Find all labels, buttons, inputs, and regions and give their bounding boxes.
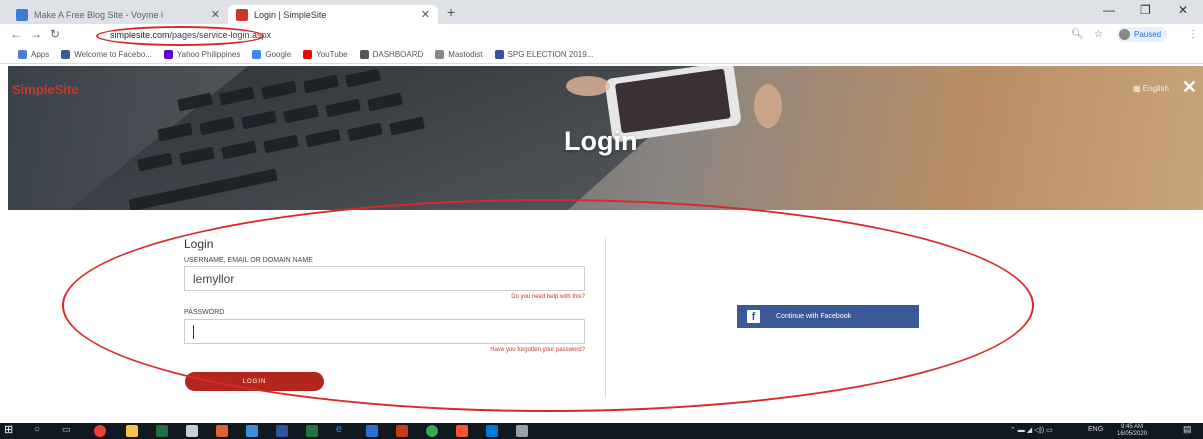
bookmark-label: Welcome to Facebo... [74,50,152,59]
bookmark-item[interactable]: YouTube [303,50,348,59]
facebook-icon: f [747,310,760,323]
facebook-icon [61,50,71,59]
chrome-icon[interactable] [94,425,106,437]
reload-icon[interactable]: ↻ [50,27,60,41]
notification-icon[interactable]: ▤ [1183,424,1192,435]
app-icon[interactable] [366,425,378,437]
bookmark-item[interactable]: DASHBOARD [359,50,424,59]
clock-date: 16/05/2020 [1117,431,1148,437]
simplesite-favicon-icon [236,8,248,21]
username-field[interactable]: lemyllor [184,266,585,291]
text-cursor [193,324,194,339]
address-annotation-oval [96,26,264,46]
login-button[interactable]: LOGIN [185,372,324,391]
bookmark-label: YouTube [316,50,348,59]
powerpoint-icon[interactable] [396,425,408,437]
file-explorer-icon[interactable] [126,425,138,437]
edge-icon[interactable]: e [336,423,348,435]
maximize-icon[interactable]: ❐ [1140,3,1151,17]
hero-banner: SimpleSite ▦ English ✕ Login [8,66,1203,210]
bookmark-label: Apps [31,50,50,59]
bookmark-label: Mastodist [448,50,483,59]
bookmark-item[interactable]: Google [252,50,291,59]
google-icon [252,50,262,59]
app-icon[interactable] [486,425,498,437]
tab-login-simplesite[interactable]: Login | SimpleSite ✕ [228,5,438,24]
simplesite-logo[interactable]: SimpleSite [12,82,78,97]
mastodist-icon [435,50,445,59]
apps-grid-icon [18,50,27,59]
minimize-icon[interactable]: — [1103,3,1115,17]
back-arrow-icon[interactable]: ← [10,27,22,41]
page-title: Login [564,126,638,156]
blog-favicon-icon [16,8,28,21]
forgot-password-link[interactable]: Have you forgotten your password? [490,347,585,353]
username-label: USERNAME, EMAIL OR DOMAIN NAME [184,257,313,264]
close-tab-icon[interactable]: ✕ [421,8,430,21]
close-tab-icon[interactable]: ✕ [211,8,220,21]
password-field[interactable] [184,319,585,344]
brave-icon[interactable] [456,425,468,437]
forward-arrow-icon[interactable]: → [30,27,42,41]
app-icon[interactable] [216,425,228,437]
username-value: lemyllor [193,271,235,286]
search-icon[interactable]: ○ [34,424,46,436]
bookmark-item[interactable]: Mastodist [435,50,483,59]
tab-blog-site[interactable]: Make A Free Blog Site - Voyme i ✕ [8,5,228,24]
dashboard-icon [359,50,369,59]
windows-taskbar: ⊞ ○ ▭ e ⌃ ▬ ◢ ◁)) ▭ ENG 9:45 AM 16/05/20… [0,423,1203,439]
avatar [1119,29,1130,40]
close-window-icon[interactable]: ✕ [1178,3,1188,17]
bookmark-label: SPG ELECTION 2019... [507,50,594,59]
new-tab-icon[interactable]: + [447,4,455,20]
profile-button[interactable]: Paused [1117,27,1168,42]
username-help-link[interactable]: Do you need help with this? [511,294,585,300]
bookmark-label: Yahoo Philippines [176,50,241,59]
system-tray-icons[interactable]: ⌃ ▬ ◢ ◁)) ▭ [1010,426,1053,434]
form-divider [605,238,606,398]
bookmark-star-icon[interactable]: ☆ [1094,29,1103,40]
youtube-icon [303,50,313,59]
store-icon[interactable] [186,425,198,437]
election-icon [494,50,504,59]
app-icon[interactable] [516,425,528,437]
facebook-button-label: Continue with Facebook [776,313,852,320]
close-icon[interactable]: ✕ [1182,77,1197,98]
tab-title: Make A Free Blog Site - Voyme i [34,9,164,20]
language-label: English [1142,84,1169,93]
form-title: Login [184,237,214,251]
tab-strip: Make A Free Blog Site - Voyme i ✕ Login … [0,0,1203,24]
bookmark-label: Google [265,50,292,59]
publisher-icon[interactable] [306,425,318,437]
tab-title: Login | SimpleSite [254,9,327,20]
zoom-icon[interactable]: 🔍︎ [1071,29,1084,40]
bookmark-item[interactable]: Welcome to Facebo... [61,50,152,59]
bookmark-label: DASHBOARD [372,50,424,59]
excel-icon[interactable] [156,425,168,437]
task-view-icon[interactable]: ▭ [62,424,74,436]
word-icon[interactable] [276,425,288,437]
language-selector[interactable]: ▦ English [1133,84,1169,93]
tray-language[interactable]: ENG [1088,426,1103,433]
taskbar-clock[interactable]: 9:45 AM 16/05/2020 [1117,424,1147,438]
bookmarks-bar: Apps Welcome to Facebo... Yahoo Philippine… [0,46,1203,64]
windows-start-icon[interactable]: ⊞ [4,423,16,436]
profile-status: Paused [1134,30,1162,39]
menu-kebab-icon[interactable]: ⋮ [1188,29,1198,40]
bookmark-item[interactable]: Yahoo Philippines [163,50,241,59]
bookmark-item[interactable]: Apps [18,50,49,59]
facebook-login-button[interactable]: f Continue with Facebook [737,305,919,328]
bookmark-item[interactable]: SPG ELECTION 2019... [494,50,594,59]
app-icon[interactable] [246,425,258,437]
password-label: PASSWORD [184,309,225,316]
clock-time: 9:45 AM [1121,424,1144,430]
yahoo-icon [163,50,173,59]
chrome-icon[interactable] [426,425,438,437]
